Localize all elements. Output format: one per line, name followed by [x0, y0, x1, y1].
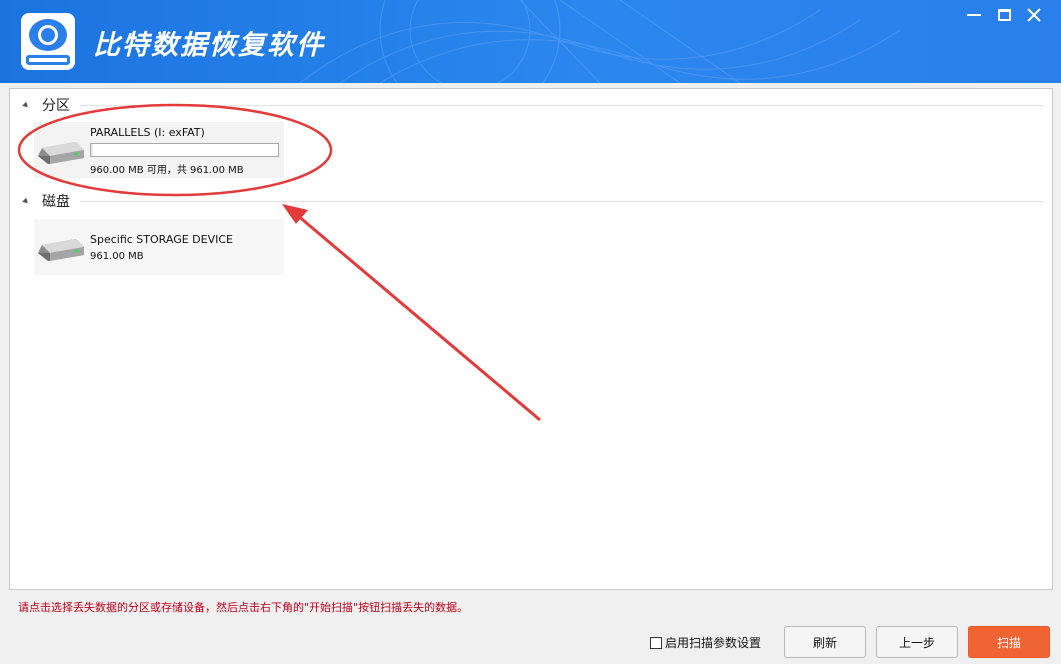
device-list-panel: 分区 PARALLELS (I: exFAT) 960.00 MB 可用，共 9…	[9, 88, 1053, 590]
divider	[80, 201, 1044, 202]
checkbox-icon[interactable]	[650, 636, 662, 649]
enable-scan-params-checkbox[interactable]: 启用扫描参数设置	[650, 634, 761, 651]
partition-size: 960.00 MB 可用，共 961.00 MB	[90, 165, 244, 176]
close-icon[interactable]	[1019, 3, 1049, 27]
refresh-button[interactable]: 刷新	[784, 626, 866, 658]
title-bar: 比特数据恢复软件	[0, 0, 1061, 83]
disk-size: 961.00 MB	[90, 251, 144, 262]
app-title: 比特数据恢复软件	[93, 30, 325, 61]
maximize-icon[interactable]	[989, 3, 1019, 27]
minimize-icon[interactable]	[959, 3, 989, 27]
window-controls	[959, 3, 1049, 27]
partition-usage-bar	[90, 143, 279, 157]
disk-name: Specific STORAGE DEVICE	[90, 233, 233, 246]
partition-name: PARALLELS (I: exFAT)	[90, 126, 205, 139]
expand-triangle-icon[interactable]	[22, 101, 30, 110]
disk-section-header[interactable]: 磁盘	[10, 191, 1050, 211]
partition-item[interactable]: PARALLELS (I: exFAT) 960.00 MB 可用，共 961.…	[34, 122, 284, 178]
expand-triangle-icon[interactable]	[22, 197, 30, 206]
instruction-hint: 请点击选择丢失数据的分区或存储设备，然后点击右下角的"开始扫描"按钮扫描丢失的数…	[18, 601, 469, 614]
scan-button[interactable]: 扫描	[968, 626, 1050, 658]
disk-section-label: 磁盘	[42, 194, 70, 210]
divider	[80, 105, 1044, 106]
disk-item[interactable]: Specific STORAGE DEVICE 961.00 MB	[34, 219, 284, 275]
partition-section-label: 分区	[42, 98, 70, 114]
hard-drive-icon	[38, 239, 84, 261]
app-logo-icon	[21, 13, 75, 70]
enable-scan-params-label[interactable]: 启用扫描参数设置	[665, 634, 761, 651]
hard-drive-icon	[38, 142, 84, 164]
partition-section-header[interactable]: 分区	[10, 95, 1050, 115]
back-button[interactable]: 上一步	[876, 626, 958, 658]
